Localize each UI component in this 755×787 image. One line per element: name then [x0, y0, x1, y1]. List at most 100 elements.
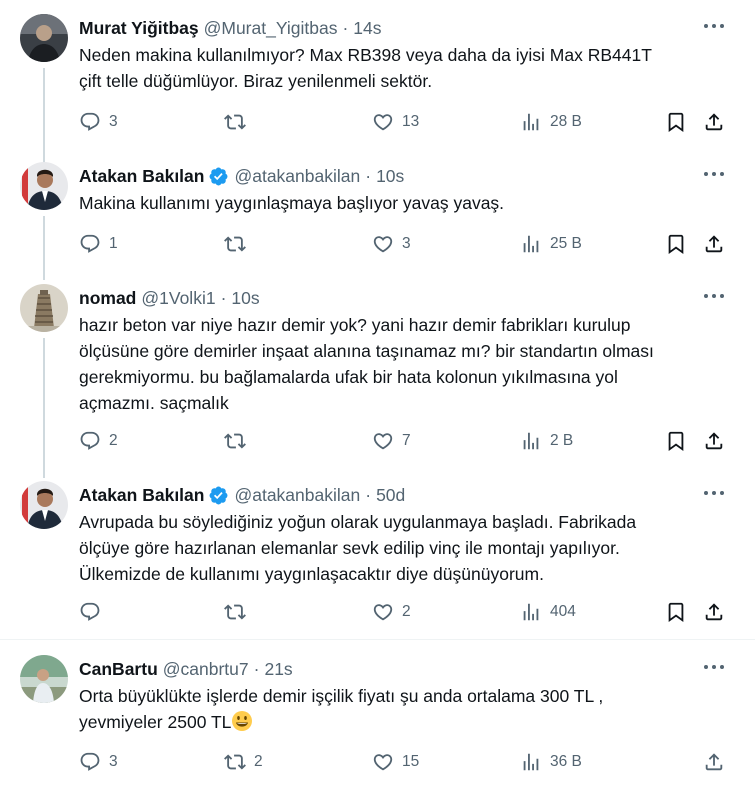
author-name[interactable]: Atakan Bakılan: [79, 485, 204, 506]
reply-button[interactable]: [79, 599, 109, 625]
avatar[interactable]: [20, 284, 68, 332]
tweet-text-line: ölçüye göre hazırlanan elemanlar sevk ed…: [79, 538, 620, 558]
timestamp[interactable]: 10s: [231, 288, 259, 309]
retweet-button[interactable]: [224, 231, 254, 257]
retweet-icon: [224, 754, 246, 770]
like-button[interactable]: 3: [372, 231, 411, 257]
dot-separator: ·: [253, 658, 260, 679]
share-icon: [705, 603, 723, 621]
action-bar: 2 404: [79, 599, 729, 625]
views-chart-icon: [523, 113, 539, 131]
tweet-text-line: Ülkemizde de kullanımı yaygınlaşacaktır …: [79, 564, 544, 584]
heart-icon: [373, 604, 393, 621]
reply-count: 3: [109, 753, 118, 770]
share-button[interactable]: [703, 749, 725, 775]
tweet-header: Atakan Bakılan @atakanbakilan · 10s: [79, 164, 404, 188]
like-button[interactable]: 13: [372, 109, 419, 135]
share-button[interactable]: [703, 231, 725, 257]
retweet-button[interactable]: [224, 428, 254, 454]
views-count: 2 B: [550, 432, 574, 449]
share-icon: [705, 432, 723, 450]
share-button[interactable]: [703, 109, 725, 135]
tweet-text-line: yevmiyeler 2500 TL: [79, 709, 719, 735]
timestamp[interactable]: 10s: [376, 166, 404, 187]
reply-button[interactable]: 3: [79, 109, 118, 135]
share-button[interactable]: [703, 599, 725, 625]
views-button[interactable]: 36 B: [520, 749, 582, 775]
retweet-button[interactable]: [224, 599, 254, 625]
tweet-text: Orta büyüklükte işlerde demir işçilik fi…: [79, 683, 719, 735]
dot-separator: ·: [342, 17, 349, 38]
avatar[interactable]: [20, 655, 68, 703]
views-button[interactable]: 404: [520, 599, 576, 625]
author-handle[interactable]: @atakanbakilan: [234, 166, 360, 187]
reply-button[interactable]: 3: [79, 749, 118, 775]
dot-separator: ·: [220, 287, 227, 308]
reply-button[interactable]: 2: [79, 428, 118, 454]
author-handle[interactable]: @canbrtu7: [163, 659, 249, 680]
author-name[interactable]: CanBartu: [79, 659, 158, 680]
author-handle[interactable]: @Murat_Yigitbas: [204, 18, 338, 39]
retweet-icon: [224, 114, 246, 130]
bookmark-button[interactable]: [665, 599, 687, 625]
dot-separator: ·: [365, 165, 372, 186]
action-bar: 3 2 15 36 B: [79, 749, 729, 775]
retweet-icon: [224, 604, 246, 620]
avatar[interactable]: [20, 162, 68, 210]
retweet-count: 2: [254, 753, 263, 770]
verified-badge-icon: [208, 166, 229, 187]
tweet-text-line: hazır beton var niye hazır demir yok? ya…: [79, 315, 631, 335]
timestamp[interactable]: 50d: [376, 485, 405, 506]
like-count: 2: [402, 603, 411, 620]
author-name[interactable]: Atakan Bakılan: [79, 166, 204, 187]
more-options-icon[interactable]: [699, 483, 729, 503]
timestamp[interactable]: 21s: [264, 659, 292, 680]
reply-count: 1: [109, 235, 118, 252]
tweet-text: hazır beton var niye hazır demir yok? ya…: [79, 312, 719, 416]
verified-badge-icon: [208, 485, 229, 506]
avatar[interactable]: [20, 481, 68, 529]
author-handle[interactable]: @atakanbakilan: [234, 485, 360, 506]
views-button[interactable]: 2 B: [520, 428, 573, 454]
reply-button[interactable]: 1: [79, 231, 118, 257]
share-button[interactable]: [703, 428, 725, 454]
reply-count: 2: [109, 432, 118, 449]
share-icon: [705, 235, 723, 253]
tweet-text-line: Orta büyüklükte işlerde demir işçilik fi…: [79, 686, 604, 706]
like-button[interactable]: 15: [372, 749, 419, 775]
bookmark-button[interactable]: [665, 428, 687, 454]
tweet-text-line: Neden makina kullanılmıyor? Max RB398 ve…: [79, 45, 652, 65]
avatar[interactable]: [20, 14, 68, 62]
author-name[interactable]: Murat Yiğitbaş: [79, 18, 199, 39]
more-options-icon[interactable]: [699, 286, 729, 306]
thread-line: [43, 216, 45, 280]
bookmark-icon: [668, 234, 684, 255]
views-count: 404: [550, 603, 576, 620]
views-chart-icon: [523, 753, 539, 771]
more-options-icon[interactable]: [699, 16, 729, 36]
tweet-text-line: Makina kullanımı yaygınlaşmaya başlıyor …: [79, 193, 505, 213]
more-options-icon[interactable]: [699, 164, 729, 184]
views-chart-icon: [523, 432, 539, 450]
like-button[interactable]: 2: [372, 599, 411, 625]
bookmark-icon: [668, 602, 684, 623]
author-handle[interactable]: @1Volki1: [141, 288, 215, 309]
action-bar: 3 13 28 B: [79, 109, 729, 135]
heart-icon: [373, 236, 393, 253]
views-chart-icon: [523, 603, 539, 621]
author-name[interactable]: nomad: [79, 288, 136, 309]
tweet-text-line: Avrupada bu söylediğiniz yoğun olarak uy…: [79, 512, 637, 532]
more-options-icon[interactable]: [699, 657, 729, 677]
heart-icon: [373, 114, 393, 131]
retweet-button[interactable]: 2: [224, 749, 263, 775]
views-button[interactable]: 28 B: [520, 109, 582, 135]
tweet-text: Neden makina kullanılmıyor? Max RB398 ve…: [79, 42, 719, 94]
like-count: 3: [402, 235, 411, 252]
views-button[interactable]: 25 B: [520, 231, 582, 257]
bookmark-button[interactable]: [665, 231, 687, 257]
like-button[interactable]: 7: [372, 428, 411, 454]
bookmark-button[interactable]: [665, 109, 687, 135]
retweet-button[interactable]: [224, 109, 254, 135]
tweet-header: nomad @1Volki1 · 10s: [79, 286, 260, 310]
timestamp[interactable]: 14s: [353, 18, 381, 39]
